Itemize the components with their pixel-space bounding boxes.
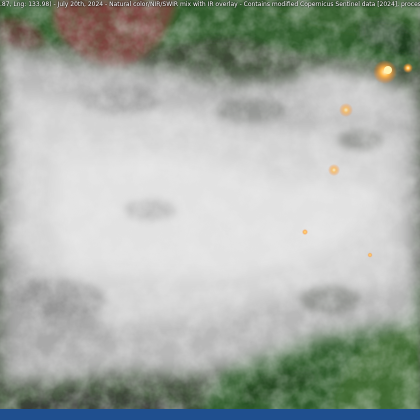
bottom-bar xyxy=(0,409,420,420)
image-caption: .87, Lng: 133.98) - July 20th, 2024 - Na… xyxy=(0,1,420,8)
fire-hotspot xyxy=(403,63,413,73)
fire-hotspot-core xyxy=(384,66,392,74)
fire-hotspot xyxy=(367,252,373,258)
satellite-image xyxy=(0,0,420,420)
satellite-image-frame: .87, Lng: 133.98) - July 20th, 2024 - Na… xyxy=(0,0,420,420)
fire-hotspot xyxy=(328,164,340,176)
fire-hotspot xyxy=(339,103,353,117)
fire-hotspot xyxy=(302,229,308,235)
